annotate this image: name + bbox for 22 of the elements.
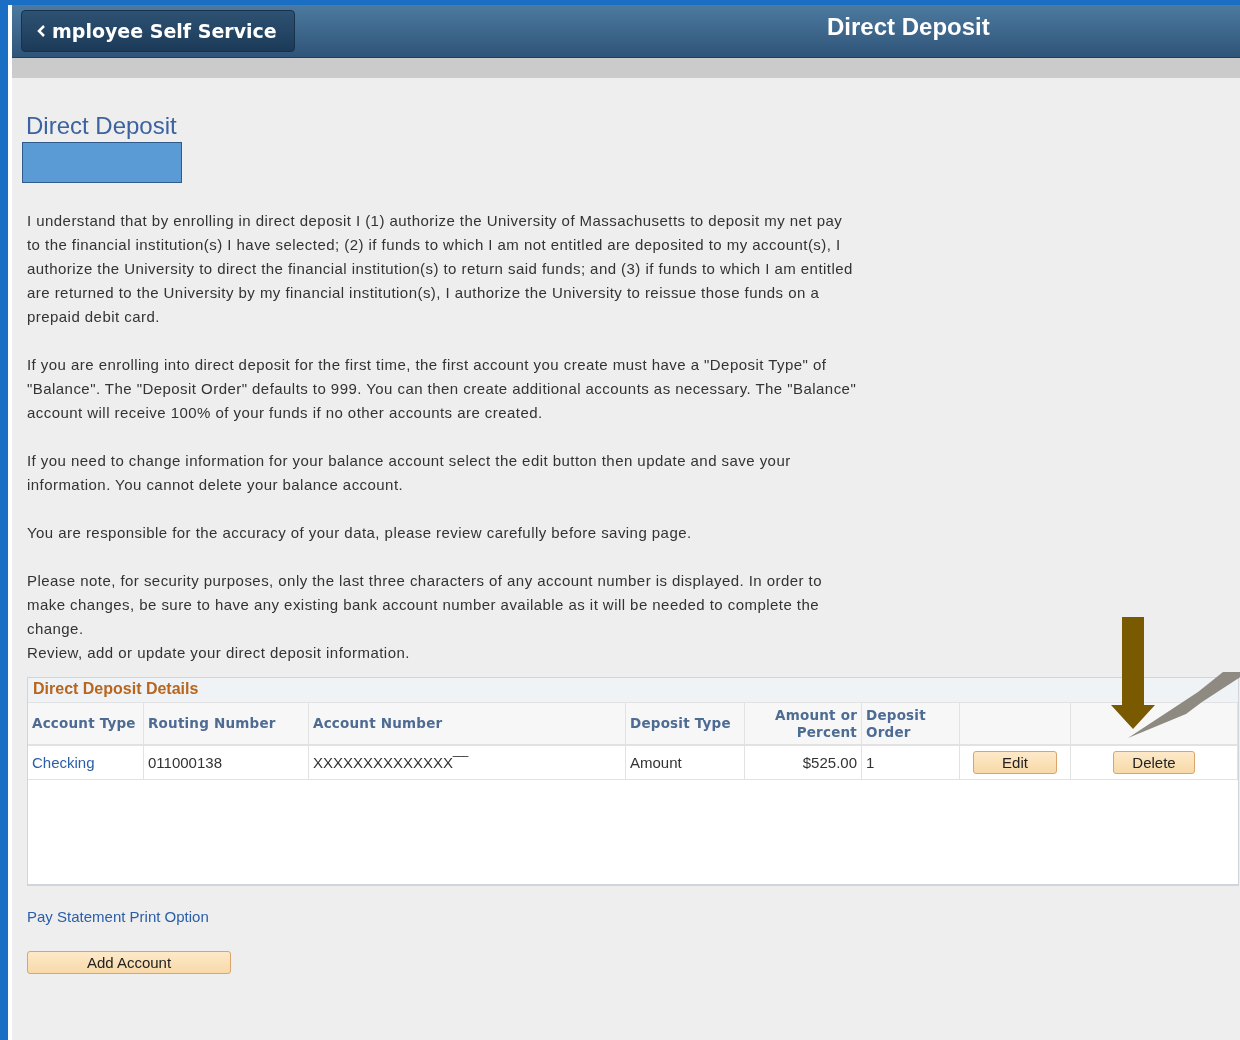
column-header: Deposit Type (626, 702, 745, 746)
header-title: Direct Deposit (827, 13, 990, 41)
table-title: Direct Deposit Details (28, 678, 1238, 702)
add-account-button[interactable]: Add Account (27, 951, 231, 974)
instruction-paragraph: You are responsible for the accuracy of your data, please review carefully before saving page. (27, 523, 693, 543)
diagonal-arrow-icon (1128, 672, 1240, 738)
column-header: Deposit Order (862, 702, 960, 746)
instruction-paragraph: Please note, for security purposes, only the last three characters of any account number is displayed. In order to make changes, be sure to have any existing bank account number available as it will be needed to complete the change. (27, 571, 824, 639)
print-option-link[interactable]: Pay Statement Print Option (27, 908, 209, 925)
column-header: Account Type (28, 702, 144, 746)
edit-button[interactable]: Edit (973, 751, 1057, 774)
page-title: Direct Deposit (26, 112, 178, 140)
column-header: Routing Number (144, 702, 309, 746)
back-button[interactable]: mployee Self Service (21, 10, 295, 52)
arrow-down-icon (1111, 617, 1155, 729)
instruction-paragraph: If you need to change information for your balance account select the edit button then update and save your information. You cannot delete your balance account. (27, 451, 792, 495)
instruction-paragraph: I understand that by enrolling in direct deposit I (1) authorize the University of Massachusetts to deposit my net pay to the financial institution(s) I have selected; (2) if funds to which I am not entitled are deposited to my account(s), I authorize the University to direct the financial institution(s) to return said funds; and (3) if funds to which I am entitled are returned to the University by my financial institution(s), I authorize the University to reissue those funds on a prepaid debit card. (27, 211, 854, 327)
instruction-paragraph: Review, add or update your direct deposit information. (27, 643, 411, 663)
column-header: Amount or Percent (745, 702, 862, 746)
delete-button[interactable]: Delete (1113, 751, 1195, 774)
column-header: Account Number (309, 702, 626, 746)
instruction-paragraph: If you are enrolling into direct deposit for the first time, the first account you create must have a "Deposit Type" of "Balance". The "Deposit Order" defaults to 999. You can then create additional accounts as necessary. The "Balance" account will receive 100% of your funds if no other accounts are created. (27, 355, 857, 423)
